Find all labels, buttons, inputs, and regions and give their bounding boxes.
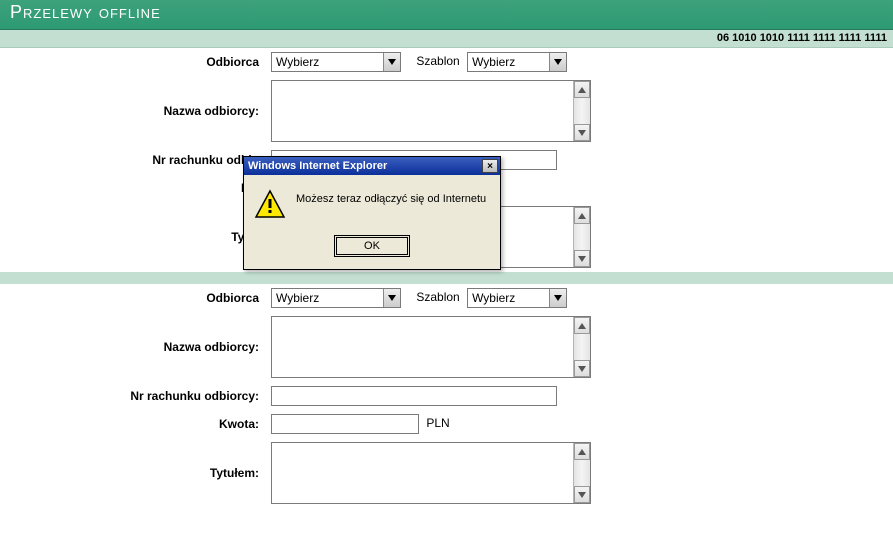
separator xyxy=(0,272,893,284)
chevron-down-icon[interactable] xyxy=(549,53,566,71)
page-title: Przelewy offline xyxy=(10,2,161,23)
page-header: Przelewy offline xyxy=(0,0,893,30)
chevron-down-icon[interactable] xyxy=(383,289,400,307)
scrollbar[interactable] xyxy=(573,81,590,141)
dialog-titlebar[interactable]: Windows Internet Explorer × xyxy=(244,157,500,175)
currency-label: PLN xyxy=(426,416,449,430)
recipient-select-1[interactable]: Wybierz xyxy=(271,52,401,72)
chevron-down-icon[interactable] xyxy=(549,289,566,307)
template-select-2-value: Wybierz xyxy=(468,289,551,307)
label-tytulem-cut: Tytuł xyxy=(0,202,265,272)
label-nazwa-odbiorcy: Nazwa odbiorcy: xyxy=(0,76,265,146)
scrollbar[interactable] xyxy=(573,207,590,267)
label-nazwa-odbiorcy: Nazwa odbiorcy: xyxy=(0,312,265,382)
template-select-2[interactable]: Wybierz xyxy=(467,288,567,308)
label-kwota-cut: Kw xyxy=(0,174,265,202)
transfers-form: Odbiorca Wybierz Szablon Wybierz Nazwa o… xyxy=(0,48,893,508)
label-szablon: Szablon xyxy=(416,290,459,304)
label-nr-rachunku-cut: Nr rachunku odbio xyxy=(0,146,265,174)
scroll-up-icon[interactable] xyxy=(574,81,590,98)
scroll-up-icon[interactable] xyxy=(574,443,590,460)
scrollbar[interactable] xyxy=(573,443,590,503)
account-number: 06 1010 1010 1111 1111 1111 1111 xyxy=(717,32,887,44)
scroll-down-icon[interactable] xyxy=(574,124,590,141)
title-input-2[interactable] xyxy=(271,442,591,504)
ok-button[interactable]: OK xyxy=(334,235,410,257)
chevron-down-icon[interactable] xyxy=(383,53,400,71)
amount-input-2[interactable] xyxy=(271,414,419,434)
account-number-input-2[interactable] xyxy=(271,386,557,406)
label-tytulem: Tytułem: xyxy=(0,438,265,508)
template-select-1-value: Wybierz xyxy=(468,53,551,71)
recipient-select-2[interactable]: Wybierz xyxy=(271,288,401,308)
label-kwota: Kwota: xyxy=(0,410,265,438)
label-szablon: Szablon xyxy=(416,54,459,68)
label-odbiorca: Odbiorca xyxy=(0,284,265,312)
scroll-down-icon[interactable] xyxy=(574,486,590,503)
scroll-down-icon[interactable] xyxy=(574,250,590,267)
recipient-select-2-value: Wybierz xyxy=(272,289,385,307)
template-select-1[interactable]: Wybierz xyxy=(467,52,567,72)
close-icon[interactable]: × xyxy=(482,159,498,173)
warning-icon xyxy=(254,189,286,221)
scroll-up-icon[interactable] xyxy=(574,207,590,224)
label-odbiorca: Odbiorca xyxy=(0,48,265,76)
scrollbar[interactable] xyxy=(573,317,590,377)
scroll-down-icon[interactable] xyxy=(574,360,590,377)
scroll-up-icon[interactable] xyxy=(574,317,590,334)
account-number-bar: 06 1010 1010 1111 1111 1111 1111 xyxy=(0,30,893,48)
dialog-message: Możesz teraz odłączyć się od Internetu xyxy=(296,189,486,205)
recipient-name-input-1[interactable] xyxy=(271,80,591,142)
alert-dialog: Windows Internet Explorer × Możesz teraz… xyxy=(243,156,501,270)
recipient-name-input-2[interactable] xyxy=(271,316,591,378)
dialog-title: Windows Internet Explorer xyxy=(248,160,482,172)
recipient-select-1-value: Wybierz xyxy=(272,53,385,71)
label-nr-rachunku: Nr rachunku odbiorcy: xyxy=(0,382,265,410)
